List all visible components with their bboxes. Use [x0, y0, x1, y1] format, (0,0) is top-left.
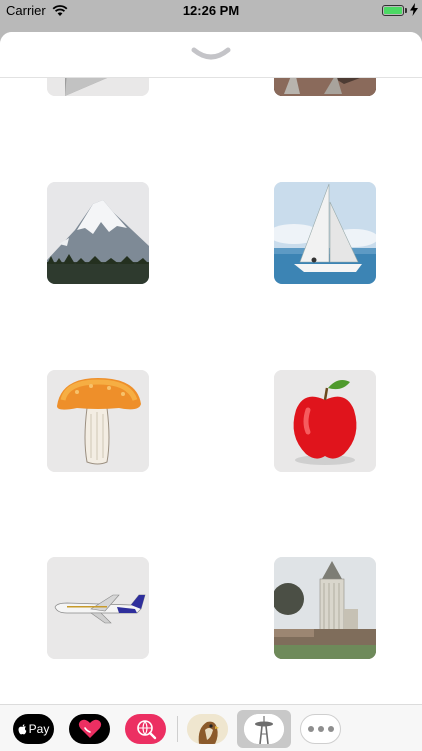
globe-search-icon [136, 720, 156, 740]
sticker-sailboat[interactable] [274, 182, 376, 284]
web-search-app-button[interactable] [125, 714, 166, 744]
sheet-header [0, 32, 422, 78]
more-dot [317, 726, 324, 732]
heart-sticker-app-button[interactable] [69, 714, 110, 744]
hawk-sticker-app-button[interactable] [187, 714, 228, 744]
heart-icon [78, 719, 101, 738]
hawk-icon [187, 714, 228, 744]
sailboat-image [274, 182, 376, 284]
clock: 12:26 PM [182, 3, 240, 18]
more-dot [307, 726, 314, 732]
mushroom-image [47, 370, 149, 472]
apple-pay-label: Pay [28, 722, 50, 736]
sticker-airplane[interactable] [47, 557, 149, 659]
chevron-down-icon[interactable] [190, 42, 232, 68]
battery-icon [382, 5, 404, 16]
airplane-image [47, 557, 149, 659]
more-apps-button[interactable] [300, 714, 341, 744]
sticker-sheet[interactable] [0, 32, 422, 750]
smith-tower-image [274, 557, 376, 659]
status-bar: Carrier 12:26 PM [0, 0, 422, 22]
mount-rainier-image [47, 182, 149, 284]
charging-bolt-icon [410, 3, 418, 16]
sticker-mount-rainier[interactable] [47, 182, 149, 284]
drawer-divider [177, 716, 178, 742]
sticker-mushroom[interactable] [47, 370, 149, 472]
apple-pay-button[interactable]: Pay [13, 714, 54, 744]
battery-cap [405, 8, 407, 13]
space-needle-icon [244, 714, 284, 744]
space-needle-sticker-app-button[interactable] [244, 714, 284, 744]
apple-logo-icon [18, 723, 26, 734]
sticker-smith-tower[interactable] [274, 557, 376, 659]
sticker-red-apple[interactable] [274, 370, 376, 472]
red-apple-image [274, 370, 376, 472]
app-drawer: Pay [0, 704, 422, 751]
more-dot [327, 726, 334, 732]
